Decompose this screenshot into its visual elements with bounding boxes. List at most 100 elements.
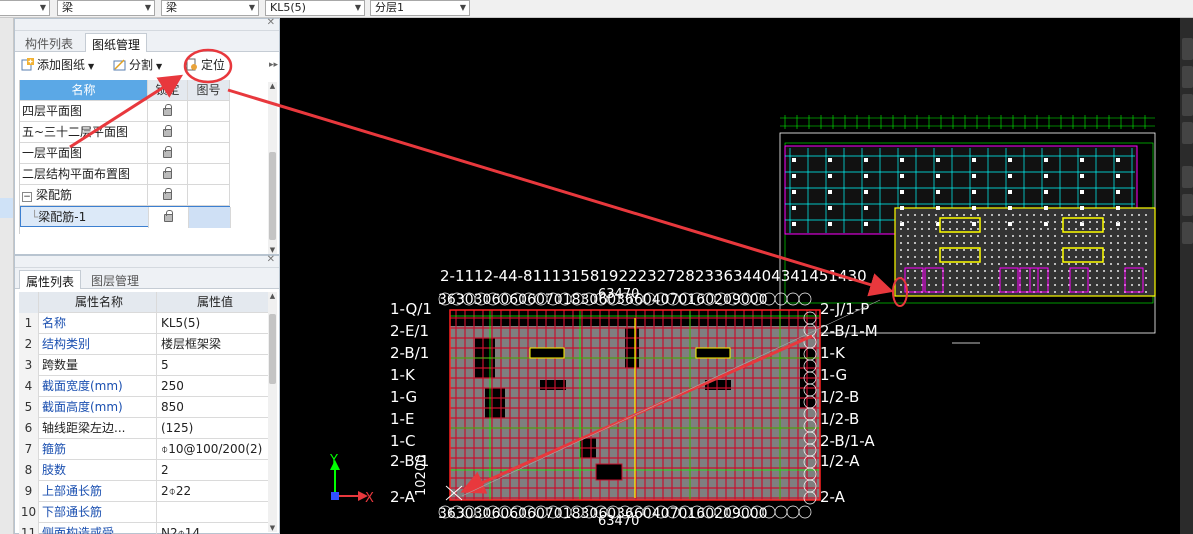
col-header-lock[interactable]: 锁定 bbox=[147, 80, 187, 101]
property-value[interactable]: 850 bbox=[158, 397, 269, 417]
property-value[interactable]: ⌽10@100/200(2) bbox=[158, 439, 269, 459]
tab-property-list[interactable]: 属性列表 bbox=[19, 270, 82, 289]
view-tool-button[interactable] bbox=[1182, 38, 1193, 60]
hatch-dot bbox=[1117, 221, 1119, 223]
view-tool-button[interactable] bbox=[1182, 122, 1193, 144]
property-row[interactable]: 6 轴线距梁左边... (125) bbox=[19, 418, 269, 439]
hatch-dot bbox=[921, 263, 923, 265]
close-icon[interactable]: ✕ bbox=[267, 254, 275, 265]
hatch-dot bbox=[1040, 242, 1042, 244]
property-row[interactable]: 4 截面宽度(mm) 250 bbox=[19, 376, 269, 397]
hatch-dot bbox=[1068, 228, 1070, 230]
property-row[interactable]: 2 结构类别 楼层框架梁 bbox=[19, 334, 269, 355]
tab-component-list[interactable]: 构件列表 bbox=[19, 33, 79, 52]
collapse-icon[interactable]: − bbox=[22, 192, 32, 202]
component-subtype-dropdown[interactable]: 梁 ▼ bbox=[161, 0, 259, 16]
add-drawing-label: 添加图纸 bbox=[37, 58, 86, 72]
lock-cell[interactable] bbox=[147, 143, 187, 164]
axis-label-right: 1-K bbox=[820, 344, 846, 362]
col-header-property-value[interactable]: 属性值 bbox=[158, 292, 269, 312]
property-value[interactable]: KL5(5) bbox=[158, 313, 269, 333]
hatch-dot bbox=[956, 249, 958, 251]
lock-cell[interactable] bbox=[147, 122, 187, 143]
scroll-up-icon[interactable]: ▲ bbox=[268, 82, 277, 90]
split-button[interactable]: 分割 ▼ bbox=[113, 56, 162, 74]
property-row[interactable]: 1 名称 KL5(5) bbox=[19, 313, 269, 334]
scroll-thumb[interactable] bbox=[269, 152, 276, 240]
col-header-number[interactable]: 图号 bbox=[187, 80, 230, 101]
property-value[interactable]: 5 bbox=[158, 355, 269, 375]
property-row[interactable]: 11 侧面构造或受... N2⌽14 bbox=[19, 523, 269, 534]
property-row[interactable]: 3 跨数量 5 bbox=[19, 355, 269, 376]
property-row[interactable]: 10 下部通长筋 bbox=[19, 502, 269, 523]
hatch-dot bbox=[907, 214, 909, 216]
property-value[interactable]: N2⌽14 bbox=[158, 523, 269, 534]
hatch-dot bbox=[942, 228, 944, 230]
property-row[interactable]: 7 箍筋 ⌽10@100/200(2) bbox=[19, 439, 269, 460]
axis-label-left: 2-A bbox=[390, 488, 416, 506]
property-value[interactable]: (125) bbox=[158, 418, 269, 438]
drawing-scrollbar[interactable]: ▲ ▼ bbox=[268, 82, 277, 254]
lock-cell[interactable] bbox=[147, 101, 187, 122]
component-type-dropdown[interactable]: 梁 ▼ bbox=[57, 0, 155, 16]
lock-icon bbox=[164, 210, 173, 222]
tab-layer-management[interactable]: 图层管理 bbox=[85, 270, 145, 289]
property-row[interactable]: 5 截面高度(mm) 850 bbox=[19, 397, 269, 418]
property-value[interactable]: 250 bbox=[158, 376, 269, 396]
locate-icon bbox=[186, 58, 197, 71]
scroll-down-icon[interactable]: ▼ bbox=[268, 246, 277, 254]
chevron-down-icon: ▼ bbox=[88, 62, 95, 71]
component-name-dropdown[interactable]: KL5(5) ▼ bbox=[265, 0, 365, 16]
locate-button[interactable]: 定位 bbox=[185, 56, 225, 74]
scroll-thumb[interactable] bbox=[269, 314, 276, 384]
more-tools-icon[interactable]: ▸▸ bbox=[269, 56, 278, 74]
table-row[interactable]: 四层平面图 bbox=[20, 101, 230, 122]
hatch-dot bbox=[1089, 256, 1091, 258]
lock-cell[interactable] bbox=[148, 207, 188, 228]
hatch-dot bbox=[956, 221, 958, 223]
scroll-up-icon[interactable]: ▲ bbox=[268, 292, 277, 300]
table-row-group[interactable]: − 梁配筋 bbox=[20, 185, 230, 206]
close-icon[interactable]: ✕ bbox=[267, 17, 275, 28]
hatch-dot bbox=[1096, 291, 1098, 293]
hatch-dot bbox=[1124, 256, 1126, 258]
hatch-dot bbox=[1033, 242, 1035, 244]
view-tool-button[interactable] bbox=[1182, 194, 1193, 216]
property-row[interactable]: 9 上部通长筋 2⌽22 bbox=[19, 481, 269, 502]
add-drawing-button[interactable]: 添加图纸 ▼ bbox=[21, 56, 94, 74]
col-header-name[interactable]: 名称 bbox=[20, 80, 147, 100]
table-row-selected[interactable]: └梁配筋-1 bbox=[20, 206, 231, 228]
table-row[interactable]: 五~三十二层平面图 bbox=[20, 122, 230, 143]
lock-cell[interactable] bbox=[147, 164, 187, 185]
hatch-dot bbox=[1075, 228, 1077, 230]
hatch-dot bbox=[1026, 263, 1028, 265]
layer-dropdown[interactable]: 分层1 ▼ bbox=[370, 0, 470, 16]
column-mark bbox=[864, 158, 868, 162]
lock-cell[interactable] bbox=[147, 185, 187, 206]
tab-drawing-management[interactable]: 图纸管理 bbox=[85, 33, 148, 52]
view-tool-button[interactable] bbox=[1182, 66, 1193, 88]
property-scrollbar[interactable]: ▲ ▼ bbox=[268, 292, 277, 532]
hatch-dot bbox=[1040, 270, 1042, 272]
view-tool-button[interactable] bbox=[1182, 222, 1193, 244]
table-row[interactable]: 二层结构平面布置图 bbox=[20, 164, 230, 185]
hatch-dot bbox=[914, 284, 916, 286]
hatch-dot bbox=[963, 284, 965, 286]
view-tool-button[interactable] bbox=[1182, 94, 1193, 116]
hatch-dot bbox=[1096, 228, 1098, 230]
col-header-property-name[interactable]: 属性名称 bbox=[39, 292, 157, 313]
view-tool-button[interactable] bbox=[1182, 166, 1193, 188]
property-value[interactable]: 2 bbox=[158, 460, 269, 480]
property-value[interactable]: 2⌽22 bbox=[158, 481, 269, 501]
cad-drawing[interactable]: 2-1112-44-811131581922232728233634404341… bbox=[280, 18, 1180, 534]
hatch-dot bbox=[1096, 263, 1098, 265]
scroll-down-icon[interactable]: ▼ bbox=[268, 524, 277, 532]
hatch-dot bbox=[1117, 214, 1119, 216]
floor-dropdown[interactable]: ▼ bbox=[0, 0, 50, 16]
axis-label-right: 1/2-B bbox=[820, 410, 859, 428]
property-value[interactable]: 楼层框架梁 bbox=[158, 334, 269, 354]
property-row[interactable]: 8 肢数 2 bbox=[19, 460, 269, 481]
column-mark bbox=[900, 158, 904, 162]
table-row[interactable]: 一层平面图 bbox=[20, 143, 230, 164]
cad-canvas[interactable]: 2-1112-44-811131581922232728233634404341… bbox=[280, 18, 1180, 534]
